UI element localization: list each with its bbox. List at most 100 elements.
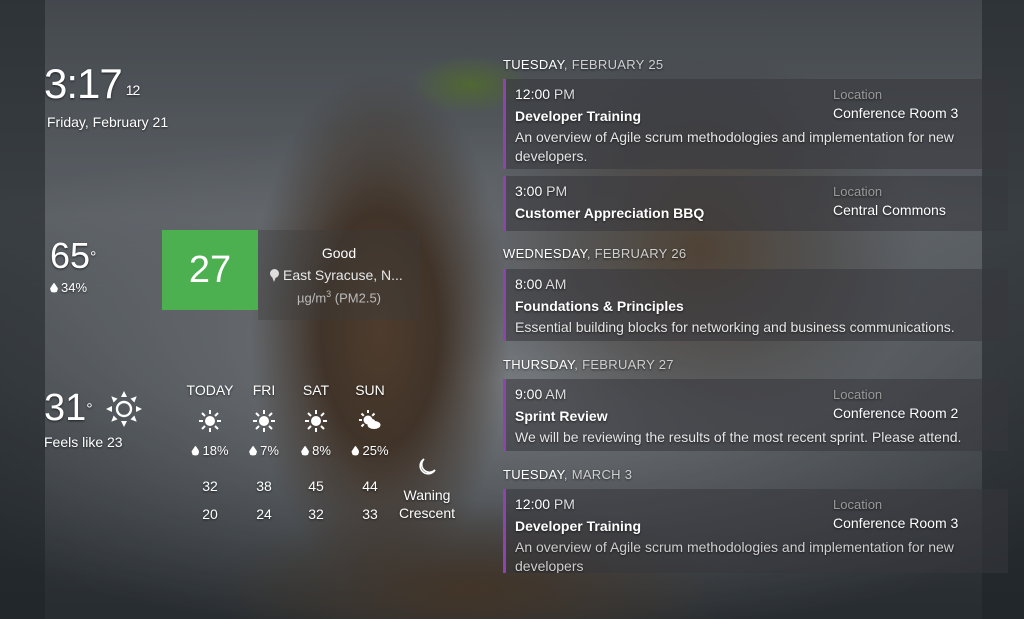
day-header-date: , MARCH 3 xyxy=(563,467,633,482)
forecast-precip: 25% xyxy=(340,443,400,458)
forecast-day-label: SUN xyxy=(355,382,385,398)
day-header: THURSDAY, FEBRUARY 27 xyxy=(503,357,674,372)
day-header-weekday: WEDNESDAY xyxy=(503,246,587,261)
event-time-value: 9:00 xyxy=(515,386,543,402)
event-description: An overview of Agile scrum methodologies… xyxy=(515,539,954,573)
forecast-day-label: TODAY xyxy=(186,382,234,398)
left-edge-shade xyxy=(0,0,45,619)
aqi-unit-prefix: µg/m xyxy=(296,290,327,306)
event-title: Customer Appreciation BBQ xyxy=(515,205,705,221)
calendar-event[interactable]: 12:00 PM Developer Training An overview … xyxy=(503,489,1008,573)
day-header-date: , FEBRUARY 27 xyxy=(574,357,674,372)
location-pin-icon xyxy=(270,268,279,282)
droplet-icon xyxy=(50,282,58,293)
forecast-high: 44 xyxy=(362,478,378,494)
calendar-event[interactable]: 8:00 AM Foundations & Principles Essenti… xyxy=(503,269,1008,341)
day-header-date: , FEBRUARY 25 xyxy=(563,57,664,72)
day-header: WEDNESDAY, FEBRUARY 26 xyxy=(503,246,686,261)
event-time: 12:00 PM xyxy=(515,496,575,512)
event-time: 12:00 PM xyxy=(515,86,575,102)
event-time-value: 8:00 xyxy=(515,276,543,292)
sun-icon xyxy=(253,410,275,432)
event-time-value: 12:00 xyxy=(515,496,551,512)
indoor-temperature: 65° xyxy=(50,236,96,276)
aqi-info-panel: Good East Syracuse, N... µg/m3 (PM2.5) xyxy=(258,230,420,320)
forecast-day-label: FRI xyxy=(252,382,276,398)
event-time: 8:00 AM xyxy=(515,276,566,292)
forecast-day: TODAY 18% 32 20 xyxy=(180,382,240,522)
forecast-precip: 8% xyxy=(286,443,346,458)
event-description: An overview of Agile scrum methodologies… xyxy=(515,129,954,164)
event-time-ampm: PM xyxy=(550,496,575,512)
degree-symbol: ° xyxy=(90,249,97,266)
forecast-low: 32 xyxy=(308,506,324,522)
event-location: Conference Room 3 xyxy=(833,105,959,121)
partly-cloudy-icon xyxy=(359,410,381,429)
event-time: 9:00 AM xyxy=(515,386,566,402)
event-time-value: 3:00 xyxy=(515,183,543,199)
forecast-day-label: SAT xyxy=(302,382,330,398)
day-header-weekday: TUESDAY xyxy=(503,57,564,72)
droplet-icon xyxy=(249,445,258,456)
clock-hours-minutes: 3:17 xyxy=(44,60,123,107)
forecast-precip-value: 8% xyxy=(312,443,331,458)
forecast-low: 20 xyxy=(202,506,218,522)
event-title: Foundations & Principles xyxy=(515,298,684,314)
day-header: TUESDAY, MARCH 3 xyxy=(503,467,632,482)
moon-phase: Waning Crescent xyxy=(392,458,462,522)
event-title: Developer Training xyxy=(515,108,642,124)
calendar-event[interactable]: 12:00 PM Developer Training An overview … xyxy=(503,79,1008,169)
event-location-label: Location xyxy=(833,87,883,102)
day-header-weekday: TUESDAY xyxy=(503,467,564,482)
aqi-status: Good xyxy=(321,245,357,261)
forecast-day: FRI 7% 38 24 xyxy=(234,382,294,522)
aqi-location-text: East Syracuse, N... xyxy=(283,267,403,283)
sun-icon xyxy=(199,410,221,432)
sun-icon xyxy=(305,410,327,432)
droplet-icon xyxy=(301,445,310,456)
indoor-temp-value: 65 xyxy=(50,235,91,276)
calendar-event[interactable]: 3:00 PM Customer Appreciation BBQ Locati… xyxy=(503,176,1008,231)
forecast-precip: 7% xyxy=(234,443,294,458)
calendar-event[interactable]: 9:00 AM Sprint Review We will be reviewi… xyxy=(503,379,1008,451)
event-time-ampm: AM xyxy=(542,276,567,292)
event-description: We will be reviewing the results of the … xyxy=(515,429,962,445)
sun-icon xyxy=(106,391,142,427)
forecast-day: SAT 8% 45 32 xyxy=(286,382,346,522)
event-location-label: Location xyxy=(833,497,883,512)
droplet-icon xyxy=(191,445,200,456)
day-header-weekday: THURSDAY xyxy=(503,357,575,372)
clock-seconds: 12 xyxy=(125,82,141,98)
forecast-high: 32 xyxy=(202,478,218,494)
forecast-precip: 18% xyxy=(180,443,240,458)
forecast-precip-value: 7% xyxy=(260,443,279,458)
event-time-ampm: AM xyxy=(542,386,567,402)
current-temp-value: 31 xyxy=(44,387,87,429)
day-header-date: , FEBRUARY 26 xyxy=(586,246,687,261)
clock-time: 3:17 12 xyxy=(44,62,168,106)
event-description: Essential building blocks for networking… xyxy=(515,319,955,335)
forecast-precip-value: 18% xyxy=(202,443,229,458)
event-location: Conference Room 2 xyxy=(833,405,959,421)
droplet-icon xyxy=(351,445,360,456)
event-location: Central Commons xyxy=(833,202,946,218)
moon-phase-line1: Waning xyxy=(403,487,451,503)
aqi-unit-suffix: (PM2.5) xyxy=(331,290,382,306)
degree-symbol: ° xyxy=(86,401,93,418)
event-title: Developer Training xyxy=(515,518,642,534)
event-time-ampm: PM xyxy=(550,86,575,102)
forecast-precip-value: 25% xyxy=(362,443,389,458)
day-header: TUESDAY, FEBRUARY 25 xyxy=(503,57,663,72)
clock-widget: 3:17 12 Friday, February 21 xyxy=(44,62,169,131)
event-time-value: 12:00 xyxy=(515,86,551,102)
forecast-day: SUN 25% 44 33 xyxy=(340,382,400,522)
humidity-value: 34% xyxy=(61,280,88,295)
clock-date: Friday, February 21 xyxy=(47,114,169,130)
event-time-ampm: PM xyxy=(542,183,568,199)
aqi-location: East Syracuse, N... xyxy=(270,267,403,283)
indoor-humidity: 34% xyxy=(50,280,96,295)
event-time: 3:00 PM xyxy=(515,183,567,199)
feels-like: Feels like 23 xyxy=(44,434,123,450)
indoor-widget: 65° 34% xyxy=(50,236,96,295)
forecast-high: 38 xyxy=(256,478,272,494)
